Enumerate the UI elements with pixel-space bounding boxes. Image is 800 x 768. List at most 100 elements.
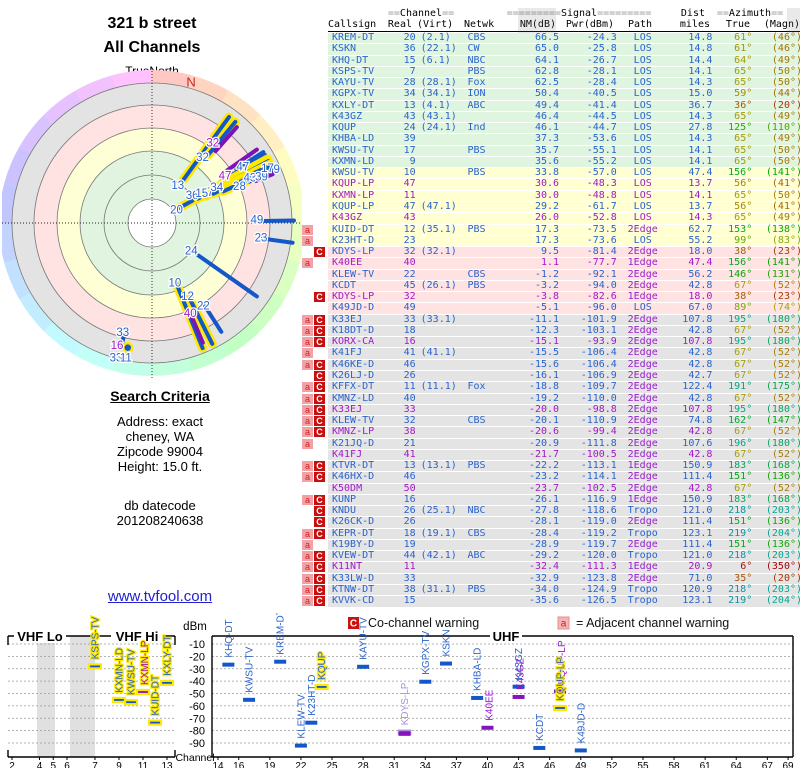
adjacent-warning-badge: a bbox=[302, 573, 313, 584]
station-label: KXMN-LP bbox=[140, 640, 151, 685]
tvfool-link[interactable]: www.tvfool.com bbox=[108, 588, 212, 605]
station-label: KWSU-TV bbox=[245, 646, 256, 692]
station-signal-tick bbox=[111, 696, 127, 704]
co-channel-legend-label: Co-channel warning bbox=[368, 616, 479, 630]
band-section-label: UHF bbox=[493, 629, 520, 644]
station-label: KSPS-TV bbox=[91, 616, 102, 659]
channel-tick-label: 19 bbox=[264, 761, 276, 768]
station-signal-tick bbox=[294, 743, 307, 748]
station-signal-tick bbox=[314, 683, 329, 691]
table-row: a K21JQ-D 21 -20.9 -111.8 2Edge 107.6 196° (180°… bbox=[302, 438, 800, 450]
table-row: a C KMNZ-LP 38 -20.6 -99.4 2Edge 42.8 67° (52°) bbox=[302, 426, 800, 439]
adjacent-warning-badge: a bbox=[302, 539, 313, 550]
radar-channel-label: 32 bbox=[196, 152, 209, 164]
radar-channel-label: 16 bbox=[111, 340, 124, 352]
station-label: KQUP bbox=[317, 651, 328, 680]
table-row: a C KORX-CA 16 -15.1 -93.9 2Edge 107.8 195° (180°… bbox=[302, 336, 800, 349]
channel-tick-label: 64 bbox=[731, 761, 743, 768]
station-label: KAYU-TV bbox=[359, 617, 370, 660]
datecode-label: db datecode bbox=[124, 498, 196, 513]
channel-tick-label: 16 bbox=[233, 761, 245, 768]
table-row: KXMN-LP 11 30.0 -48.8 LOS 14.1 65° (50°) bbox=[328, 190, 800, 202]
station-label: KWSU-TV bbox=[127, 649, 138, 695]
channel-tick-label: 61 bbox=[700, 761, 712, 768]
station-signal-tick bbox=[398, 731, 411, 736]
table-row: KQUP 24 (24.1) Ind 46.1 -44.7 LOS 27.8 125° (110°… bbox=[328, 122, 800, 135]
band-section-label: VHF Lo bbox=[17, 629, 63, 644]
page-title: 321 b street bbox=[107, 15, 197, 32]
channel-tick-label: 22 bbox=[295, 761, 307, 768]
station-signal-tick bbox=[481, 725, 494, 730]
co-channel-warning-badge: C bbox=[314, 461, 325, 472]
co-channel-warning-badge: C bbox=[314, 416, 325, 427]
dbm-tick-label: -40 bbox=[189, 676, 205, 688]
criteria-address: Address: exact bbox=[117, 414, 203, 429]
radar-channel-label: 20 bbox=[170, 204, 183, 216]
station-label: KXLY-DT bbox=[163, 635, 174, 676]
table-row: a C K33EJ 33 (33.1) -11.1 -101.9 2Edge 107.8 195°… bbox=[302, 314, 800, 326]
station-signal-tick bbox=[512, 694, 525, 699]
criteria-height: Height: 15.0 ft. bbox=[117, 459, 203, 474]
co-channel-warning-badge: C bbox=[314, 393, 325, 404]
adjacent-warning-badge: a bbox=[302, 314, 313, 325]
co-channel-warning-badge: C bbox=[314, 506, 325, 517]
station-label: K43GZ bbox=[516, 658, 527, 690]
station-label: KDYS-LP bbox=[400, 682, 411, 725]
table-row: a K40EE 40 1.1 -77.7 1Edge 47.4 156° (141°) bbox=[302, 257, 800, 270]
co-channel-warning-badge: C bbox=[314, 292, 325, 303]
adjacent-warning-badge: a bbox=[302, 337, 313, 348]
table-row: KQUP-LP 47 (47.1) 29.2 -61.7 LOS 13.7 56° (41°) bbox=[328, 201, 800, 214]
channel-tick-label: 49 bbox=[575, 761, 587, 768]
adjacent-warning-badge: a bbox=[302, 404, 313, 415]
dbm-tick-label: -10 bbox=[189, 639, 205, 651]
table-row: KHQ-DT 15 (6.1) NBC 64.1 -26.7 LOS 14.4 64° (49°) bbox=[328, 55, 800, 67]
station-signal-tick bbox=[274, 659, 287, 664]
dbm-tick-label: -20 bbox=[189, 651, 205, 663]
table-row: a C K11NT 11 -32.4 -111.3 1Edge 20.9 6° (350°) bbox=[302, 562, 800, 574]
station-signal-tick bbox=[147, 719, 163, 726]
signal-band-chart: -10-20-30-40-50-60-70-80-90 dBm Channel VHF… bbox=[7, 613, 794, 768]
channel-tick-label: 25 bbox=[326, 761, 338, 768]
radar-channel-label: 11 bbox=[120, 352, 132, 364]
table-row: a K41FJ 41 (41.1) -15.5 -106.4 2Edge 42.8 67° (52… bbox=[302, 348, 800, 360]
adjacent-warning-badge: a bbox=[302, 461, 313, 472]
station-signal-tick bbox=[440, 661, 453, 666]
signal-table-rows: KREM-DT 20 (2.1) CBS 66.5 -24.3 LOS 14.8 61° (46°… bbox=[302, 8, 800, 608]
co-channel-warning-badge: C bbox=[314, 596, 325, 607]
co-channel-warning-badge: C bbox=[314, 359, 325, 370]
table-row: a C KLEW-TV 32 CBS -20.1 -110.9 2Edge 74.8 162° (1… bbox=[302, 415, 800, 428]
co-channel-warning-badge: C bbox=[314, 337, 325, 348]
dbm-tick-label: -60 bbox=[189, 701, 205, 713]
channel-tick-label: 9 bbox=[116, 761, 122, 768]
co-channel-warning-badge: C bbox=[314, 494, 325, 505]
channel-tick-label: 37 bbox=[451, 761, 463, 768]
channel-tick-label: 55 bbox=[637, 761, 649, 768]
radar-channel-label: 23 bbox=[255, 232, 268, 244]
adjacent-warning-badge: a bbox=[302, 472, 313, 483]
band-section-label: VHF Hi bbox=[116, 629, 159, 644]
table-row: a C K46HX-D 46 -23.2 -114.1 2Edge 111.4 151° (136… bbox=[302, 471, 800, 484]
station-label: KXMN-LD bbox=[115, 648, 126, 693]
radar-channel-label: 40 bbox=[184, 308, 197, 320]
adjacent-warning-icon-letter: a bbox=[561, 619, 567, 630]
table-row: KSKN 36 (22.1) CW 65.0 -25.8 LOS 14.8 61° (46°) bbox=[328, 43, 800, 56]
azimuth-radar-chart: 203615734474728433917 9133232492324101240… bbox=[2, 68, 302, 378]
channel-tick-label: 31 bbox=[389, 761, 401, 768]
station-label: KSKN bbox=[442, 629, 453, 656]
station-label: KCDT bbox=[535, 714, 546, 741]
table-group-header: ==Channel== =========Signal========= Dist =… bbox=[387, 8, 784, 19]
criteria-city: cheney, WA bbox=[125, 429, 195, 444]
dbm-tick-label: -30 bbox=[189, 664, 205, 676]
station-label: KGPX-TV bbox=[421, 631, 432, 675]
station-signal-tick bbox=[574, 748, 587, 753]
table-row: KWSU-TV 10 PBS 33.8 -57.0 LOS 47.4 156° (141°) bbox=[328, 167, 800, 180]
station-label: K40EE bbox=[484, 689, 495, 720]
adjacent-warning-badge: a bbox=[302, 438, 313, 449]
adjacent-warning-badge: a bbox=[302, 528, 313, 539]
table-row: KREM-DT 20 (2.1) CBS 66.5 -24.3 LOS 14.8 61° (46°… bbox=[328, 32, 800, 45]
search-criteria-heading: Search Criteria bbox=[110, 388, 210, 404]
criteria-zipcode: Zipcode 99004 bbox=[116, 444, 203, 459]
channel-tick-label: 4 bbox=[37, 761, 43, 768]
channel-tick-label: 40 bbox=[482, 761, 494, 768]
datecode-value: 201208240638 bbox=[116, 513, 204, 528]
